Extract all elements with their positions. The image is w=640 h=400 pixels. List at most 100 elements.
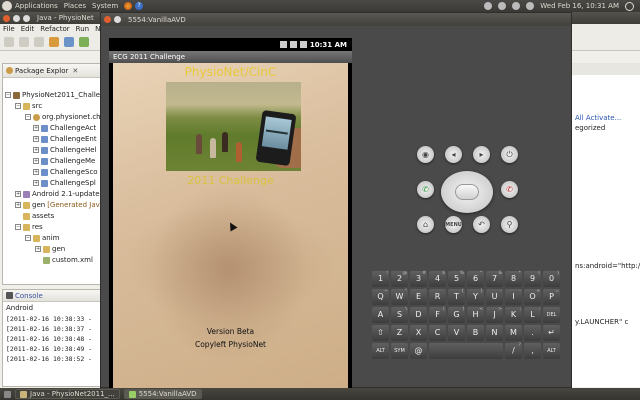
tree-item-package[interactable]: − org.physionet.ch (25, 112, 101, 122)
debug-icon[interactable] (79, 37, 89, 47)
console-tab[interactable]: Console (3, 290, 105, 302)
collapse-icon[interactable]: − (25, 114, 31, 120)
system-menu[interactable]: System (92, 2, 118, 10)
firefox-icon[interactable] (124, 2, 133, 10)
tree-item-assets[interactable]: assets (23, 211, 54, 221)
collapse-icon[interactable]: − (25, 235, 31, 241)
key-r[interactable]: R (429, 289, 446, 305)
outline-row[interactable]: All Activate... (572, 113, 640, 123)
phone-screen[interactable]: 10:31 AM ECG 2011 Challenge PhysioNet/Ci… (109, 38, 352, 388)
key-g[interactable]: G] (448, 307, 465, 323)
key-6[interactable]: 6 ^ (467, 271, 484, 287)
key-t[interactable]: T{ (448, 289, 465, 305)
search-button-icon[interactable]: ⚲ (501, 216, 518, 233)
key-c[interactable]: C (429, 325, 446, 341)
key-4[interactable]: 4 $ (429, 271, 446, 287)
key-a[interactable]: A (372, 307, 389, 323)
minimize-window-icon[interactable] (114, 16, 121, 23)
key-p[interactable]: P = (543, 289, 560, 305)
places-menu[interactable]: Places (64, 2, 86, 10)
volume-down-icon[interactable]: ◂ (445, 146, 462, 163)
network-icon[interactable] (484, 2, 493, 10)
tree-item-java[interactable]: + ChallengeSpl (33, 178, 96, 188)
key-alt[interactable]: ALT (543, 343, 560, 359)
power-button-icon[interactable]: ⏻ (501, 146, 518, 163)
end-call-button-icon[interactable]: ✆ (501, 181, 518, 198)
taskbar-item-eclipse[interactable]: Java - PhysioNet2011_... (15, 389, 120, 399)
mail-icon[interactable] (512, 2, 521, 10)
tree-item-java[interactable]: + ChallengeHel (33, 145, 97, 155)
key-del[interactable]: DEL (543, 307, 560, 323)
tree-item-android-lib[interactable]: + Android 2.1-update (15, 189, 100, 199)
camera-button-icon[interactable]: ◉ (417, 146, 434, 163)
key-u[interactable]: U- (486, 289, 503, 305)
tree-item-xml[interactable]: custom.xml (43, 255, 93, 265)
key-8[interactable]: 8 * (505, 271, 522, 287)
close-window-icon[interactable] (3, 14, 10, 22)
expand-icon[interactable]: + (33, 136, 39, 142)
all-link[interactable]: All (575, 114, 584, 122)
tree-item-java[interactable]: + ChallengeMe (33, 156, 95, 166)
editor-tabs[interactable] (572, 63, 640, 75)
key-n[interactable]: N (486, 325, 503, 341)
key-7[interactable]: 7 & (486, 271, 503, 287)
collapse-icon[interactable]: − (5, 92, 11, 98)
expand-icon[interactable]: + (33, 125, 39, 131)
tree-item-src[interactable]: − src (15, 101, 42, 111)
save-icon[interactable] (19, 37, 29, 47)
minimize-window-icon[interactable] (13, 14, 20, 22)
print-icon[interactable] (34, 37, 44, 47)
back-button-icon[interactable]: ↶ (473, 216, 490, 233)
expand-icon[interactable]: + (15, 191, 21, 197)
key-9[interactable]: 9( (524, 271, 541, 287)
key-m[interactable]: M (505, 325, 522, 341)
bluetooth-icon[interactable] (498, 2, 507, 10)
key-h[interactable]: H < (467, 307, 484, 323)
tree-item-project[interactable]: − PhysioNet2011_Challe (5, 90, 100, 100)
avd-manager-icon[interactable] (64, 37, 74, 47)
tree-item-java[interactable]: + ChallengeSco (33, 167, 98, 177)
tree-item-java[interactable]: + ChallengeEnt (33, 134, 97, 144)
key-e[interactable]: E ´ (410, 289, 427, 305)
key-l[interactable]: L: (524, 307, 541, 323)
activate-link[interactable]: Activate... (586, 114, 621, 122)
package-explorer-tab[interactable]: Package Explor ✕ (3, 64, 105, 78)
expand-icon[interactable]: + (35, 246, 41, 252)
volume-icon[interactable] (526, 2, 535, 10)
menu-refactor[interactable]: Refactor (40, 25, 69, 33)
key-space[interactable] (429, 343, 503, 359)
key-symbol[interactable]: , (524, 343, 541, 359)
key-w[interactable]: W " (391, 289, 408, 305)
expand-icon[interactable]: + (15, 202, 21, 208)
key-y[interactable]: Y} (467, 289, 484, 305)
menu-edit[interactable]: Edit (21, 25, 35, 33)
expand-icon[interactable]: + (33, 169, 39, 175)
expand-icon[interactable]: + (33, 147, 39, 153)
collapse-icon[interactable]: − (15, 224, 21, 230)
key-f[interactable]: F[ (429, 307, 446, 323)
tree-item-anim[interactable]: − anim (25, 233, 60, 243)
collapse-icon[interactable]: − (15, 103, 21, 109)
key-0[interactable]: 0) (543, 271, 560, 287)
tree-item-gen[interactable]: + gen [Generated Jav (15, 200, 100, 210)
tree-item-java[interactable]: + ChallengeAct (33, 123, 96, 133)
key-z[interactable]: Z (391, 325, 408, 341)
expand-icon[interactable]: + (33, 158, 39, 164)
tree-item-gen-sub[interactable]: + gen (35, 244, 65, 254)
key-d[interactable]: D (410, 307, 427, 323)
volume-up-icon[interactable]: ▸ (473, 146, 490, 163)
key-b[interactable]: B (467, 325, 484, 341)
key-x[interactable]: X (410, 325, 427, 341)
close-window-icon[interactable] (104, 16, 111, 23)
menu-run[interactable]: Run (76, 25, 89, 33)
close-tab-icon[interactable]: ✕ (72, 67, 78, 75)
applications-menu[interactable]: Applications (15, 2, 58, 10)
key-i[interactable]: I- (505, 289, 522, 305)
taskbar-item-emulator[interactable]: 5554:VanillaAVD (123, 389, 202, 399)
tree-item-res[interactable]: − res (15, 222, 43, 232)
key-o[interactable]: O + (524, 289, 541, 305)
new-icon[interactable] (4, 37, 14, 47)
android-sdk-icon[interactable] (49, 37, 59, 47)
show-desktop-icon[interactable] (4, 390, 11, 398)
key-q[interactable]: Q ~ (372, 289, 389, 305)
